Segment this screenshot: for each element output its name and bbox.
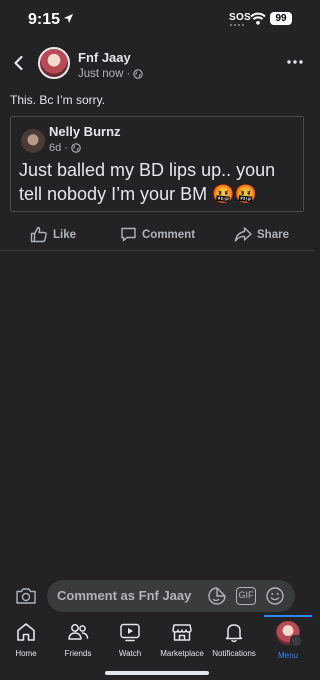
meta-separator: · — [126, 68, 131, 80]
share-label: Share — [257, 228, 289, 241]
friends-icon — [68, 624, 89, 640]
camera-icon[interactable] — [15, 587, 37, 605]
tab-friends[interactable]: Friends — [52, 621, 104, 658]
share-arrow-icon — [234, 227, 252, 242]
more-options-icon[interactable] — [285, 54, 305, 70]
shared-post-meta: 6d · — [49, 142, 81, 154]
tab-menu-label: Menu — [277, 651, 298, 660]
post-text: This. Bc I’m sorry. — [10, 93, 106, 107]
post-action-bar: Like Comment Share — [0, 222, 314, 251]
home-indicator — [105, 671, 209, 675]
shared-post-text: Just balled my BD lips up.. youn tell no… — [19, 160, 276, 204]
sticker-icon[interactable] — [207, 586, 227, 606]
signal-dots-icon — [230, 24, 246, 26]
wifi-icon — [250, 12, 266, 25]
globe-icon — [133, 69, 143, 79]
like-button[interactable]: Like — [30, 226, 76, 243]
tab-notifications-label: Notifications — [212, 649, 256, 658]
tab-watch[interactable]: Watch — [104, 621, 156, 658]
tab-friends-label: Friends — [64, 649, 92, 658]
location-arrow-icon — [63, 13, 74, 24]
gif-button[interactable]: GIF — [236, 587, 256, 605]
bell-icon — [225, 624, 243, 643]
shared-author-avatar[interactable] — [21, 129, 45, 153]
back-arrow-icon[interactable] — [10, 54, 28, 72]
shared-author-name[interactable]: Nelly Burnz — [49, 124, 121, 139]
thumbs-up-icon — [30, 226, 47, 243]
comment-composer: Comment as Fnf Jaay GIF — [0, 578, 314, 614]
like-label: Like — [53, 228, 77, 241]
emoji-icon[interactable] — [265, 586, 285, 606]
tab-marketplace-label: Marketplace — [160, 649, 204, 658]
comment-button[interactable]: Comment — [120, 226, 195, 243]
watch-icon — [120, 623, 140, 642]
shared-post-card[interactable]: Nelly Burnz 6d · Just balled my BD lips … — [10, 116, 304, 212]
sos-indicator: SOS — [229, 12, 252, 23]
status-bar: 9:15 SOS 99 — [0, 0, 314, 40]
menu-badge-icon — [290, 635, 302, 647]
tab-menu[interactable]: Menu — [262, 621, 314, 660]
author-avatar[interactable] — [38, 47, 70, 79]
shared-meta-separator: · — [64, 142, 68, 154]
author-name[interactable]: Fnf Jaay — [78, 50, 131, 65]
comment-placeholder[interactable]: Comment as Fnf Jaay — [57, 588, 191, 603]
active-tab-indicator — [264, 615, 312, 617]
globe-icon — [71, 143, 81, 153]
post-header: Fnf Jaay Just now · — [0, 44, 314, 84]
comment-label: Comment — [142, 228, 196, 241]
post-meta: Just now · — [78, 68, 143, 80]
comment-icon — [121, 227, 136, 242]
post-time[interactable]: Just now — [78, 68, 123, 80]
tab-watch-label: Watch — [118, 649, 142, 658]
home-icon — [17, 623, 35, 641]
tab-notifications[interactable]: Notifications — [208, 621, 260, 658]
tab-home[interactable]: Home — [0, 621, 52, 658]
battery-indicator: 99 — [270, 12, 292, 25]
shared-post-time[interactable]: 6d — [49, 142, 61, 154]
marketplace-icon — [172, 624, 192, 641]
tab-marketplace[interactable]: Marketplace — [156, 621, 208, 658]
tab-home-label: Home — [15, 649, 37, 658]
profile-avatar — [276, 621, 302, 647]
share-button[interactable]: Share — [234, 226, 289, 243]
status-time: 9:15 — [28, 11, 61, 28]
